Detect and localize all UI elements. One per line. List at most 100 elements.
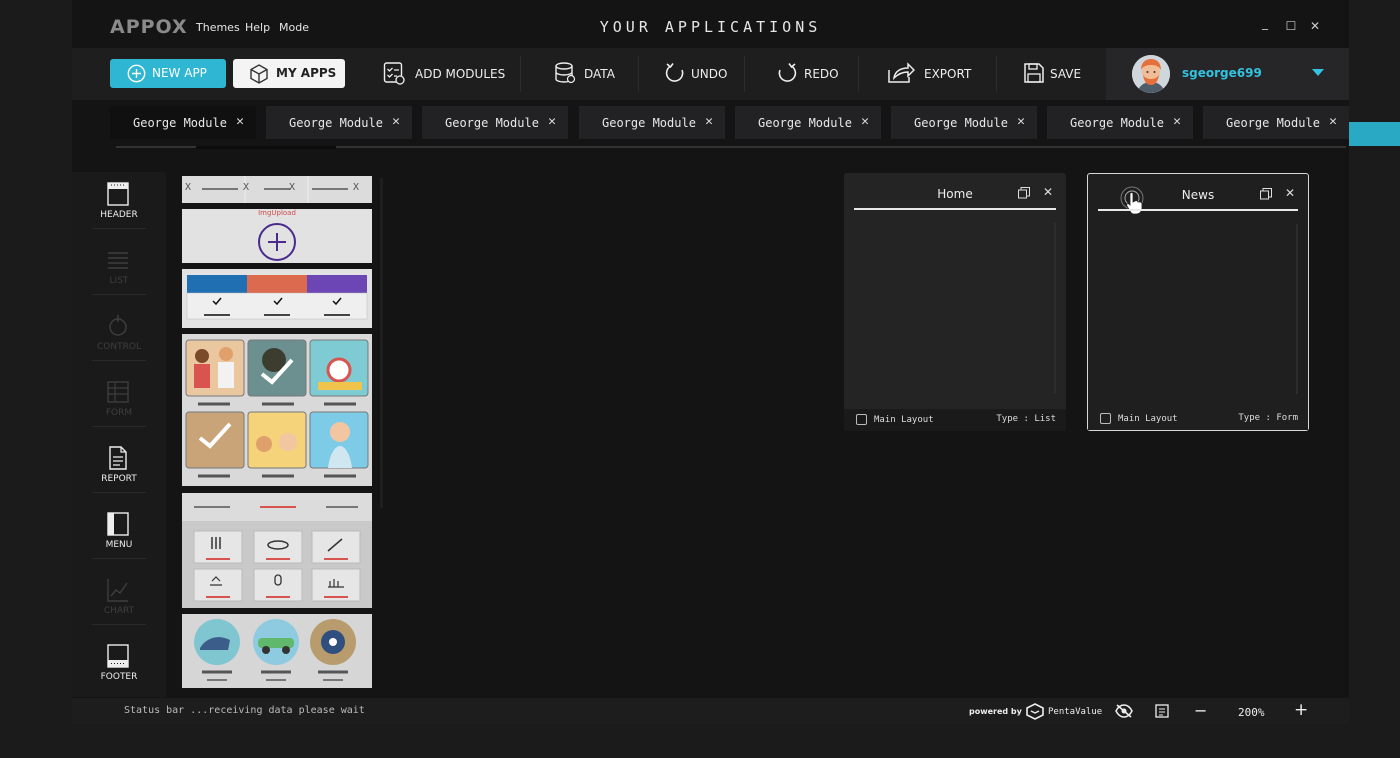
header-icon [107, 182, 129, 206]
sidebar-label: FORM [105, 408, 133, 418]
template-image-upload[interactable]: ImgUpload [182, 209, 372, 263]
new-app-label: NEW APP [152, 66, 207, 80]
title-bar: APPOX Themes Help Mode YOUR APPLICATIONS… [72, 6, 1349, 48]
window-scrollbar[interactable] [1296, 224, 1298, 394]
close-icon[interactable]: ✕ [1017, 114, 1025, 129]
window-scrollbar[interactable] [1054, 223, 1056, 393]
sidebar-item-footer[interactable]: FOOTER [72, 634, 166, 700]
my-apps-button[interactable]: MY APPS [233, 59, 345, 88]
toolbar-divider [638, 56, 639, 92]
component-sidebar: HEADER LIST CONTROL FORM REPORT MENU CHA… [72, 172, 166, 697]
save-label: SAVE [1050, 67, 1082, 81]
tab-module[interactable]: George Module ✕ [735, 106, 881, 139]
control-icon [109, 315, 127, 336]
vendor-label: PentaValue [1048, 707, 1103, 717]
close-icon[interactable]: ✕ [548, 114, 556, 129]
close-icon[interactable]: ✕ [392, 114, 400, 129]
status-bar: Status bar ...receiving data please wait… [72, 698, 1349, 724]
list-icon [108, 252, 128, 269]
page-title: YOUR APPLICATIONS [599, 18, 822, 36]
redo-icon [778, 63, 797, 82]
tab-label: George Module [914, 116, 1008, 130]
toolbar-divider [858, 56, 859, 92]
type-label: Type : Form [1238, 413, 1298, 423]
data-label: DATA [584, 67, 615, 81]
image-grid-preview [182, 334, 372, 486]
tab-label: George Module [445, 116, 539, 130]
module-tabs: George Module ✕ George Module ✕ George Mod… [110, 106, 1349, 140]
user-menu[interactable]: sgeorge699 [1106, 48, 1349, 100]
window-news[interactable]: News ✕ Main Layout Type : Form [1087, 173, 1309, 431]
tab-label: George Module [602, 116, 696, 130]
tab-label: George Module [758, 116, 852, 130]
tab-module[interactable]: George Module ✕ [110, 106, 256, 139]
document-icon[interactable] [1155, 704, 1169, 718]
tab-scroll-indicator[interactable] [196, 146, 336, 149]
redo-label: REDO [804, 67, 839, 81]
maximize-button[interactable]: ☐ [1284, 19, 1298, 33]
tab-module[interactable]: George Module ✕ [1047, 106, 1193, 139]
main-layout-label: Main Layout [874, 415, 934, 425]
template-color-select[interactable] [182, 269, 372, 328]
avatar [1132, 55, 1170, 93]
report-icon [109, 446, 127, 470]
redo-button[interactable]: REDO [776, 61, 839, 87]
close-icon[interactable]: ✕ [236, 114, 244, 129]
app-window: APPOX Themes Help Mode YOUR APPLICATIONS… [72, 0, 1349, 724]
img-upload-label: ImgUpload [258, 209, 296, 217]
toolbar: NEW APP MY APPS ADD MODULES DATA UNDO RE… [72, 48, 1349, 100]
close-icon[interactable]: ✕ [705, 114, 713, 129]
close-icon[interactable]: ✕ [861, 114, 869, 129]
username: sgeorge699 [1182, 66, 1262, 80]
divider [92, 624, 146, 625]
close-icon[interactable]: ✕ [1285, 186, 1295, 200]
window-home[interactable]: Home ✕ Main Layout Type : List [844, 173, 1066, 431]
tab-module[interactable]: George Module ✕ [422, 106, 568, 139]
chart-icon [107, 579, 128, 602]
chevron-down-icon[interactable] [1312, 69, 1324, 76]
main-layout-checkbox[interactable] [856, 414, 867, 425]
save-button[interactable]: SAVE [1023, 61, 1083, 87]
template-circle-gallery[interactable] [182, 614, 372, 688]
tab-module[interactable]: George Module ✕ [1203, 106, 1349, 139]
template-image-grid[interactable] [182, 334, 372, 486]
icon-menu-preview [182, 493, 372, 608]
tabs-preview [182, 176, 372, 203]
tab-label: George Module [1226, 116, 1320, 130]
restore-icon[interactable] [1018, 187, 1030, 199]
close-button[interactable]: ✕ [1308, 19, 1322, 33]
divider [92, 492, 146, 493]
template-scrollbar[interactable] [380, 178, 383, 508]
window-title: Home [937, 187, 973, 201]
restore-icon[interactable] [1260, 188, 1272, 200]
undo-button[interactable]: UNDO [664, 61, 728, 87]
add-modules-button[interactable]: ADD MODULES [383, 61, 505, 87]
template-icon-menu[interactable] [182, 493, 372, 608]
tab-module[interactable]: George Module ✕ [579, 106, 725, 139]
close-icon[interactable]: ✕ [1329, 114, 1337, 129]
sidebar-label: FOOTER [100, 672, 138, 682]
tab-label: George Module [133, 116, 227, 130]
eye-off-icon[interactable] [1115, 704, 1133, 718]
divider [92, 426, 146, 427]
toolbar-divider [520, 56, 521, 92]
zoom-in-button[interactable]: + [1294, 700, 1308, 720]
template-tabs[interactable]: X X X X [182, 176, 372, 203]
close-icon[interactable]: ✕ [1043, 185, 1053, 199]
export-button[interactable]: EXPORT [887, 61, 971, 87]
title-underline [854, 208, 1056, 210]
tab-module[interactable]: George Module ✕ [891, 106, 1037, 139]
toolbar-divider [996, 56, 997, 92]
close-icon[interactable]: ✕ [1173, 114, 1181, 129]
zoom-out-button[interactable]: − [1194, 701, 1207, 720]
new-app-button[interactable]: NEW APP [110, 59, 226, 88]
undo-label: UNDO [691, 67, 728, 81]
tab-module[interactable]: George Module ✕ [266, 106, 412, 139]
right-accent [1349, 122, 1400, 146]
hand-pointer-icon [1120, 186, 1144, 215]
minimize-button[interactable]: _ [1258, 16, 1272, 30]
undo-icon [665, 63, 684, 82]
main-layout-checkbox[interactable] [1100, 413, 1111, 424]
data-button[interactable]: DATA [554, 61, 616, 87]
save-icon [1024, 63, 1044, 83]
